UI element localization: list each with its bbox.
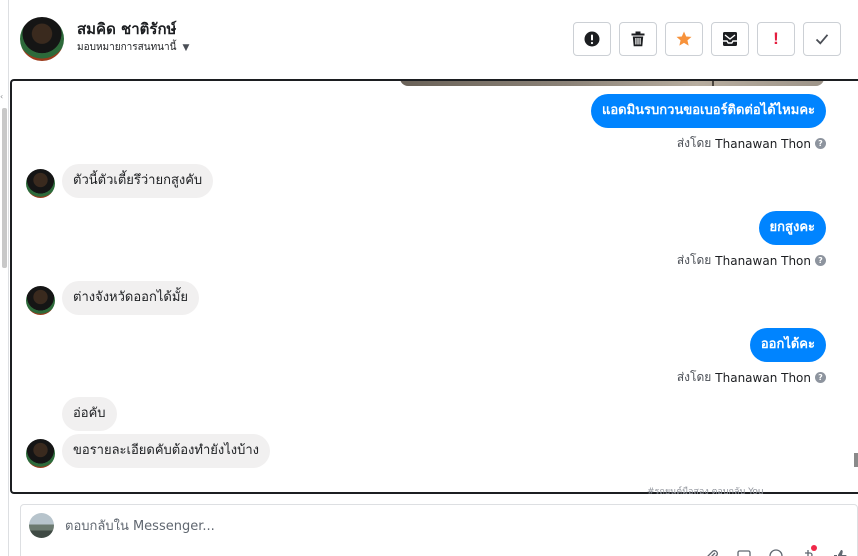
contact-avatar[interactable] <box>20 17 64 61</box>
sent-by-agent: Thanawan Thon <box>715 370 811 385</box>
exclamation-mark-icon: ! <box>773 29 779 48</box>
assign-conversation-dropdown[interactable]: มอบหมายการสนทนานี้ ▼ <box>77 40 189 55</box>
message-outgoing[interactable]: ออกได้คะ <box>749 328 826 362</box>
message-outgoing[interactable]: แอดมินรบกวนขอเบอร์ติดต่อได้ไหมคะ <box>590 94 826 128</box>
contact-avatar-small <box>26 439 55 468</box>
delete-button[interactable] <box>619 22 657 56</box>
archive-button[interactable] <box>711 22 749 56</box>
like-icon[interactable] <box>831 547 849 556</box>
collapse-caret-icon[interactable]: ‹ <box>0 92 3 101</box>
message-incoming[interactable]: ขอรายละเอียดคับต้องทำยังไงบ้าง <box>62 434 271 468</box>
conversation-header: สมคิด ชาติรักษ์ มอบหมายการสนทนานี้ ▼ ! <box>10 0 858 80</box>
exclamation-circle-icon <box>584 31 600 47</box>
sent-by-label: ส่งโดย Thanawan Thon ? <box>677 368 826 387</box>
message-outgoing[interactable]: ยกสูงคะ <box>758 211 826 245</box>
notification-dot <box>811 545 817 551</box>
assign-label: มอบหมายการสนทนานี้ <box>77 42 177 53</box>
spam-button[interactable]: ! <box>757 22 795 56</box>
contact-avatar-small <box>26 169 55 198</box>
chevron-down-icon: ▼ <box>182 42 190 53</box>
message-incoming[interactable]: อ่อคับ <box>62 397 117 431</box>
done-button[interactable] <box>803 22 841 56</box>
sent-by-label: ส่งโดย Thanawan Thon ? <box>677 251 826 270</box>
archive-mail-icon <box>723 32 737 46</box>
sent-by-agent: Thanawan Thon <box>715 136 811 151</box>
left-panel-edge: ‹ <box>0 0 9 556</box>
image-attachment[interactable] <box>400 81 824 86</box>
reply-composer <box>20 504 858 556</box>
checkmark-icon <box>815 34 829 45</box>
header-actions: ! <box>573 22 841 56</box>
sent-by-label: ส่งโดย Thanawan Thon ? <box>677 134 826 153</box>
reply-input[interactable] <box>65 515 565 537</box>
sent-by-prefix: ส่งโดย <box>676 136 712 150</box>
sent-by-prefix: ส่งโดย <box>676 253 712 267</box>
report-button[interactable] <box>573 22 611 56</box>
contact-avatar-small <box>26 286 55 315</box>
help-icon[interactable]: ? <box>815 138 826 149</box>
help-icon[interactable]: ? <box>815 255 826 266</box>
trash-icon <box>631 31 645 47</box>
composer-tools <box>703 547 849 556</box>
left-scrollbar[interactable] <box>2 108 7 268</box>
sent-by-prefix: ส่งโดย <box>676 370 712 384</box>
attachment-icon[interactable] <box>703 547 721 556</box>
star-icon <box>676 31 692 46</box>
page-avatar <box>29 513 54 538</box>
thread-scrollbar[interactable] <box>854 453 858 467</box>
sent-by-agent: Thanawan Thon <box>715 253 811 268</box>
message-thread[interactable]: แอดมินรบกวนขอเบอร์ติดต่อได้ไหมคะ ส่งโดย … <box>10 79 858 494</box>
star-button[interactable] <box>665 22 703 56</box>
message-incoming[interactable]: ต่างจังหวัดออกได้มั้ย <box>62 281 200 315</box>
message-incoming[interactable]: ตัวนี้ตัวเตี้ยรึว่ายกสูงคับ <box>62 164 214 198</box>
post-reference[interactable]: #รถยนต์มือสอง ตอบกลับ You <box>647 484 764 498</box>
help-icon[interactable]: ? <box>815 372 826 383</box>
image-icon[interactable] <box>735 547 753 556</box>
emoji-icon[interactable] <box>767 547 785 556</box>
contact-name[interactable]: สมคิด ชาติรักษ์ <box>77 17 176 41</box>
